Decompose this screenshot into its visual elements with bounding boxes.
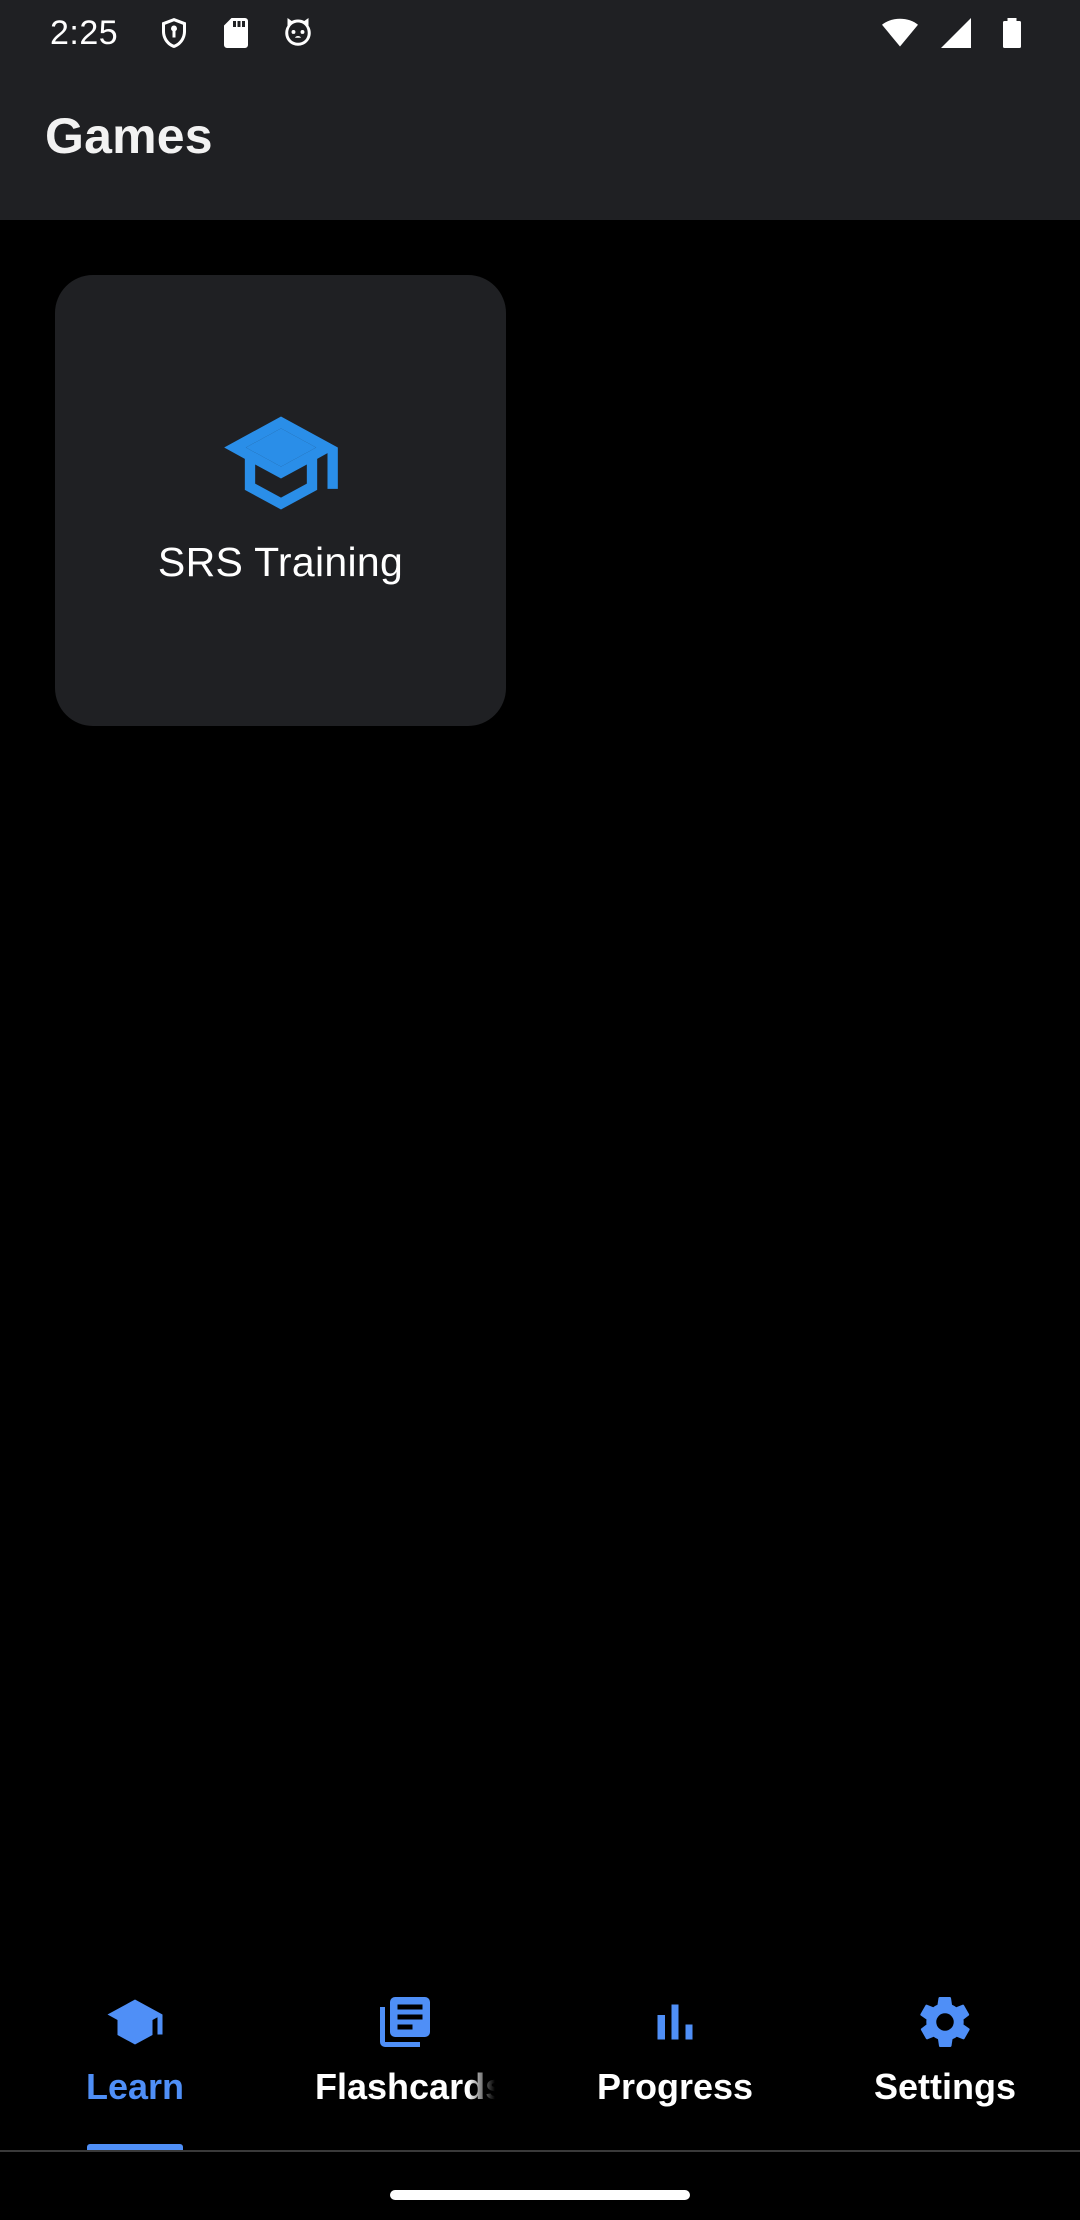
nav-label-settings: Settings xyxy=(873,2066,1016,2107)
nav-label-flashcards: Flashcards xyxy=(315,2066,495,2107)
nav-label-learn: Learn xyxy=(85,2066,185,2107)
home-gesture-handle[interactable] xyxy=(390,2190,690,2200)
nav-item-settings[interactable]: Settings xyxy=(810,1960,1080,2150)
sd-card-icon xyxy=(218,15,254,51)
wifi-icon xyxy=(882,15,918,51)
games-grid: SRS Training xyxy=(0,220,1080,1960)
gesture-navigation-area xyxy=(0,2150,1080,2220)
cellular-signal-icon xyxy=(938,15,974,51)
bottom-navigation: Learn Flashcards Progress Settings xyxy=(0,1960,1080,2150)
cards-stack-icon xyxy=(375,1992,435,2052)
nav-item-progress[interactable]: Progress xyxy=(540,1960,810,2150)
shield-icon xyxy=(156,15,192,51)
nav-item-learn[interactable]: Learn xyxy=(0,1960,270,2150)
cat-face-icon xyxy=(280,15,316,51)
nav-item-flashcards[interactable]: Flashcards xyxy=(270,1960,540,2150)
game-card-srs-training[interactable]: SRS Training xyxy=(55,275,506,726)
status-system-icons xyxy=(882,15,1030,51)
status-bar: 2:25 xyxy=(0,0,1080,66)
gear-icon xyxy=(915,1992,975,2052)
nav-label-progress: Progress xyxy=(596,2066,754,2107)
page-title: Games xyxy=(45,108,213,164)
graduation-cap-icon xyxy=(219,401,343,525)
bar-chart-icon xyxy=(645,1992,705,2052)
status-time: 2:25 xyxy=(50,13,119,52)
status-notification-icons xyxy=(156,15,316,51)
screen: 2:25 Games SRS Training Learn Flashcards… xyxy=(0,0,1080,2220)
graduation-cap-icon xyxy=(105,1992,165,2052)
game-card-label: SRS Training xyxy=(157,539,404,585)
battery-icon xyxy=(994,15,1030,51)
app-bar: Games xyxy=(0,66,1080,220)
